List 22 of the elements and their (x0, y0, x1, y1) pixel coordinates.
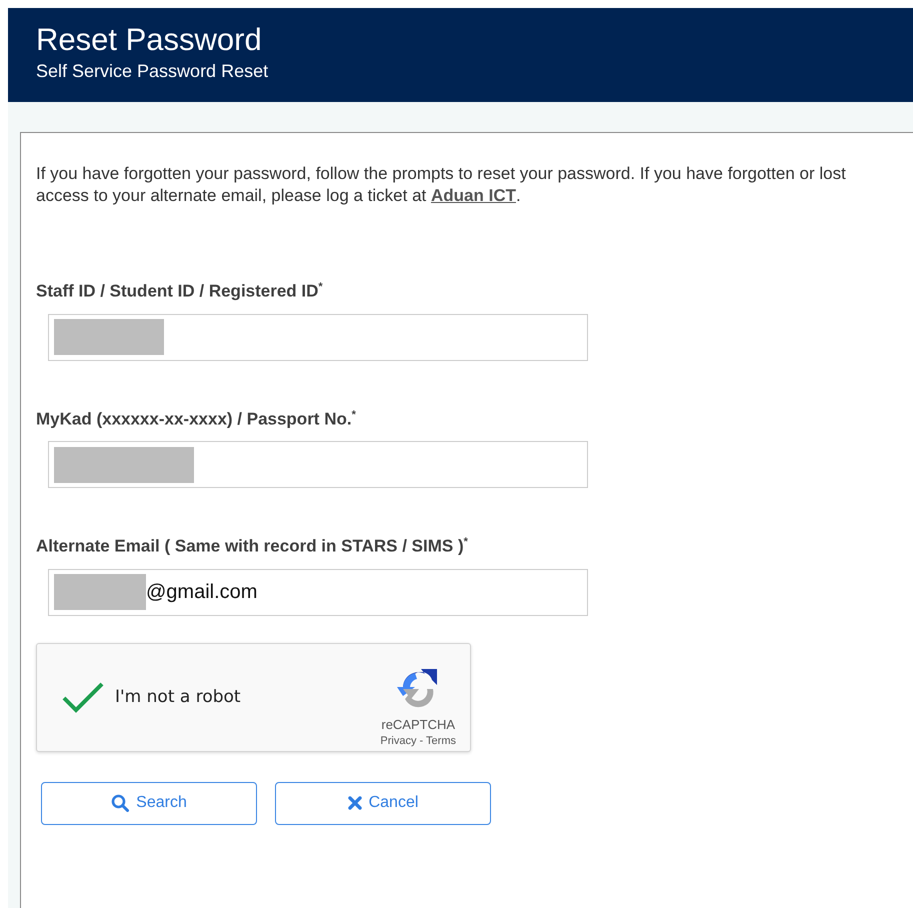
checkmark-icon (61, 680, 105, 714)
field-label: Alternate Email ( Same with record in STARS / SIMS )$^{*}$ (36, 535, 469, 557)
cancel-button[interactable]: Cancel (275, 782, 491, 825)
aduan-link[interactable]: Aduan ICT (430, 186, 516, 205)
input-field[interactable] (48, 314, 588, 361)
search-button[interactable]: Search (41, 782, 257, 825)
link-separator: - (418, 735, 424, 748)
captcha-label: I'm not a robot (115, 687, 241, 708)
close-icon (348, 796, 362, 810)
privacy-link[interactable]: Privacy (380, 735, 416, 748)
field-label: Staff ID / Student ID / Registered ID$^{*}$ (36, 280, 324, 302)
captcha-checkbox[interactable] (61, 680, 105, 714)
field-label: MyKad (xxxxxx-xx-xxxx) / Passport No.$^{*}$ (36, 408, 357, 430)
field-value: @gmail.com (146, 580, 258, 604)
recaptcha-brand: reCAPTCHA (381, 717, 456, 732)
page-subtitle: Self Service Password Reset (36, 61, 270, 82)
page-title: Reset Password (36, 23, 263, 57)
input-field[interactable] (48, 441, 588, 488)
search-icon (111, 794, 130, 812)
intro-text: If you have forgotten your password, follow the prompts to reset your password. If you have forgotten or lost access to your alternate email, please log a ticket at Aduan ICT. (36, 163, 847, 207)
terms-link[interactable]: Terms (426, 735, 456, 748)
input-field[interactable]: @gmail.com (48, 568, 588, 616)
